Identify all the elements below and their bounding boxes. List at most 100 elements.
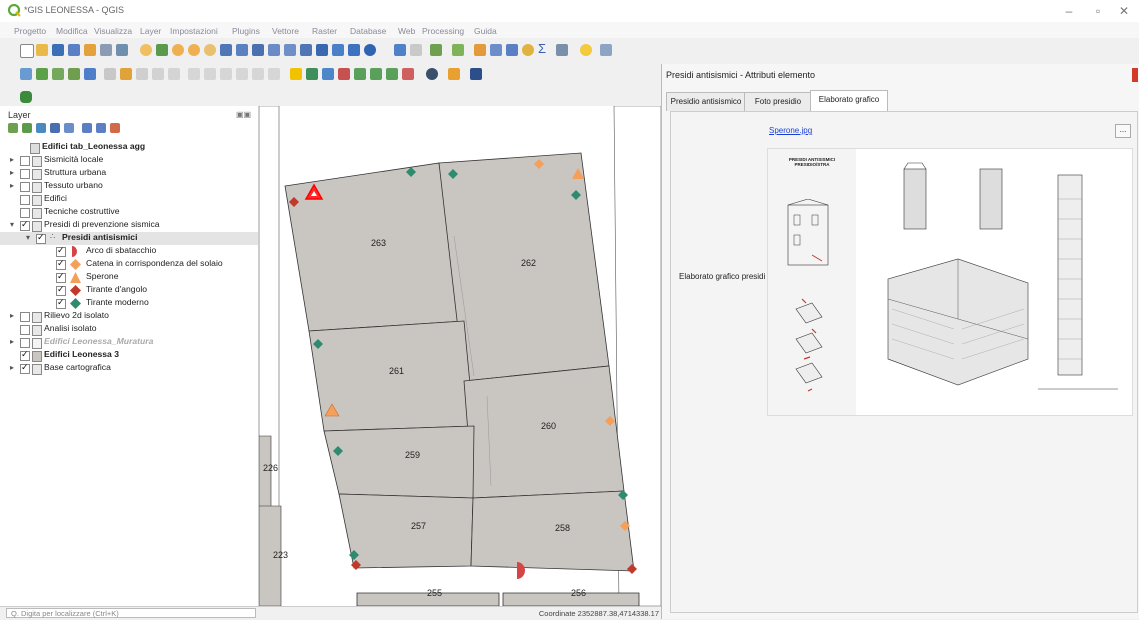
zoom-out-icon[interactable] xyxy=(188,44,200,56)
expand-all-icon[interactable] xyxy=(82,123,92,133)
file-link[interactable]: Sperone.jpg xyxy=(769,126,812,135)
add-feature-icon[interactable] xyxy=(152,68,164,80)
layer-checkbox[interactable] xyxy=(20,349,30,361)
layer-item[interactable]: ▸ Base cartografica xyxy=(8,362,248,375)
legend-item[interactable]: Tirante d'angolo xyxy=(8,284,248,297)
layer-checkbox[interactable] xyxy=(20,169,30,179)
data-source-manager-icon[interactable] xyxy=(20,68,32,80)
layer-item[interactable]: Edifici Leonessa 3 xyxy=(8,349,248,362)
vertex-tool-icon[interactable] xyxy=(168,68,180,80)
expand-arrow-icon[interactable]: ▸ xyxy=(10,181,14,190)
toggle-editing-icon[interactable] xyxy=(120,68,132,80)
layer-item[interactable]: ▸ Edifici Leonessa_Muratura xyxy=(8,336,248,349)
menu-raster[interactable]: Raster xyxy=(312,26,337,36)
new-3d-view-icon[interactable] xyxy=(332,44,344,56)
zoom-last-icon[interactable] xyxy=(284,44,296,56)
select-features-icon[interactable] xyxy=(430,44,442,56)
tab-foto-presidio[interactable]: Foto presidio xyxy=(744,92,812,111)
delete-selected-icon[interactable] xyxy=(188,68,200,80)
change-label-icon[interactable] xyxy=(402,68,414,80)
menu-layer[interactable]: Layer xyxy=(140,26,161,36)
new-map-view-icon[interactable] xyxy=(316,44,328,56)
legend-item[interactable]: Tirante moderno xyxy=(8,297,248,310)
zoom-native-icon[interactable] xyxy=(268,44,280,56)
menu-web[interactable]: Web xyxy=(398,26,415,36)
minimize-button[interactable]: – xyxy=(1058,3,1080,19)
layer-item[interactable]: Tecniche costruttive xyxy=(8,206,248,219)
expand-arrow-icon[interactable]: ▸ xyxy=(10,168,14,177)
menu-progetto[interactable]: Progetto xyxy=(14,26,46,36)
show-hide-labels-icon[interactable] xyxy=(354,68,366,80)
filter-legend-icon[interactable] xyxy=(50,123,60,133)
legend-item[interactable]: Sperone xyxy=(8,271,248,284)
filter-expression-icon[interactable] xyxy=(64,123,74,133)
add-wms-icon[interactable] xyxy=(84,68,96,80)
map-canvas[interactable]: 263 262 261 260 259 258 257 256 255 226 … xyxy=(259,106,661,606)
expand-arrow-icon[interactable]: ▸ xyxy=(10,363,14,372)
annotation-icon[interactable] xyxy=(600,44,612,56)
legend-checkbox[interactable] xyxy=(56,245,66,257)
save-project-icon[interactable] xyxy=(52,44,64,56)
copy-features-icon[interactable] xyxy=(220,68,232,80)
zoom-layer-icon[interactable] xyxy=(252,44,264,56)
help-book-icon[interactable] xyxy=(470,68,482,80)
pan-icon[interactable] xyxy=(140,44,152,56)
layer-checkbox[interactable] xyxy=(20,195,30,205)
layer-checkbox[interactable] xyxy=(20,156,30,166)
layer-item[interactable]: Edifici tab_Leonessa agg xyxy=(8,141,248,154)
tab-presidio-antisismico[interactable]: Presidio antisismico xyxy=(666,92,746,111)
collapse-all-icon[interactable] xyxy=(96,123,106,133)
rotate-label-icon[interactable] xyxy=(386,68,398,80)
paste-features-icon[interactable] xyxy=(236,68,248,80)
layer-item[interactable]: ▸ Sismicità locale xyxy=(8,154,248,167)
new-project-icon[interactable] xyxy=(20,44,34,58)
menu-vettore[interactable]: Vettore xyxy=(272,26,299,36)
open-layer-styling-icon[interactable] xyxy=(8,123,18,133)
layer-checkbox[interactable] xyxy=(20,338,30,348)
close-button[interactable]: ✕ xyxy=(1113,3,1135,19)
layer-item[interactable]: ▸ Tessuto urbano xyxy=(8,180,248,193)
plugin-icon[interactable] xyxy=(448,68,460,80)
zoom-rubber-icon[interactable] xyxy=(204,44,216,56)
menu-processing[interactable]: Processing xyxy=(422,26,464,36)
python-console-icon[interactable] xyxy=(426,68,438,80)
layer-item-selected[interactable]: ▾ ∴ Presidi antisismici xyxy=(0,232,258,245)
menu-plugins[interactable]: Plugins xyxy=(232,26,260,36)
cut-features-icon[interactable] xyxy=(204,68,216,80)
layer-item[interactable]: Edifici xyxy=(8,193,248,206)
legend-item[interactable]: Arco di sbatacchio xyxy=(8,245,248,258)
legend-checkbox[interactable] xyxy=(56,284,66,296)
maximize-button[interactable]: ▫ xyxy=(1087,3,1109,19)
measure-icon[interactable] xyxy=(556,44,568,56)
zoom-full-icon[interactable] xyxy=(220,44,232,56)
layer-checkbox[interactable] xyxy=(20,208,30,218)
save-as-icon[interactable] xyxy=(68,44,80,56)
new-shapefile-icon[interactable] xyxy=(68,68,80,80)
layer-checkbox[interactable] xyxy=(36,232,46,244)
actions-icon[interactable] xyxy=(410,44,422,56)
zoom-next-icon[interactable] xyxy=(300,44,312,56)
legend-checkbox[interactable] xyxy=(56,297,66,309)
layer-checkbox[interactable] xyxy=(20,362,30,374)
style-manager-icon[interactable] xyxy=(116,44,128,56)
layer-item[interactable]: ▾ Presidi di prevenzione sismica xyxy=(8,219,248,232)
layer-item[interactable]: ▸ Rilievo 2d isolato xyxy=(8,310,248,323)
field-calculator-icon[interactable] xyxy=(506,44,518,56)
manage-visibility-icon[interactable] xyxy=(36,123,46,133)
expand-arrow-icon[interactable]: ▸ xyxy=(10,311,14,320)
label-toolbar-icon[interactable] xyxy=(290,68,302,80)
deselect-icon[interactable] xyxy=(474,44,486,56)
undo-icon[interactable] xyxy=(252,68,264,80)
redo-icon[interactable] xyxy=(268,68,280,80)
remove-layer-icon[interactable] xyxy=(110,123,120,133)
locator-search-input[interactable]: Q. Digita per localizzare (Ctrl+K) xyxy=(6,608,256,618)
expand-arrow-icon[interactable]: ▸ xyxy=(10,337,14,346)
legend-checkbox[interactable] xyxy=(56,258,66,270)
tab-elaborato-grafico[interactable]: Elaborato grafico xyxy=(810,90,888,112)
attribute-table-icon[interactable] xyxy=(490,44,502,56)
save-edits-icon[interactable] xyxy=(136,68,148,80)
menu-modifica[interactable]: Modifica xyxy=(56,26,88,36)
layout-manager-icon[interactable] xyxy=(100,44,112,56)
plugin-turtle-icon[interactable] xyxy=(20,91,32,103)
open-project-icon[interactable] xyxy=(36,44,48,56)
